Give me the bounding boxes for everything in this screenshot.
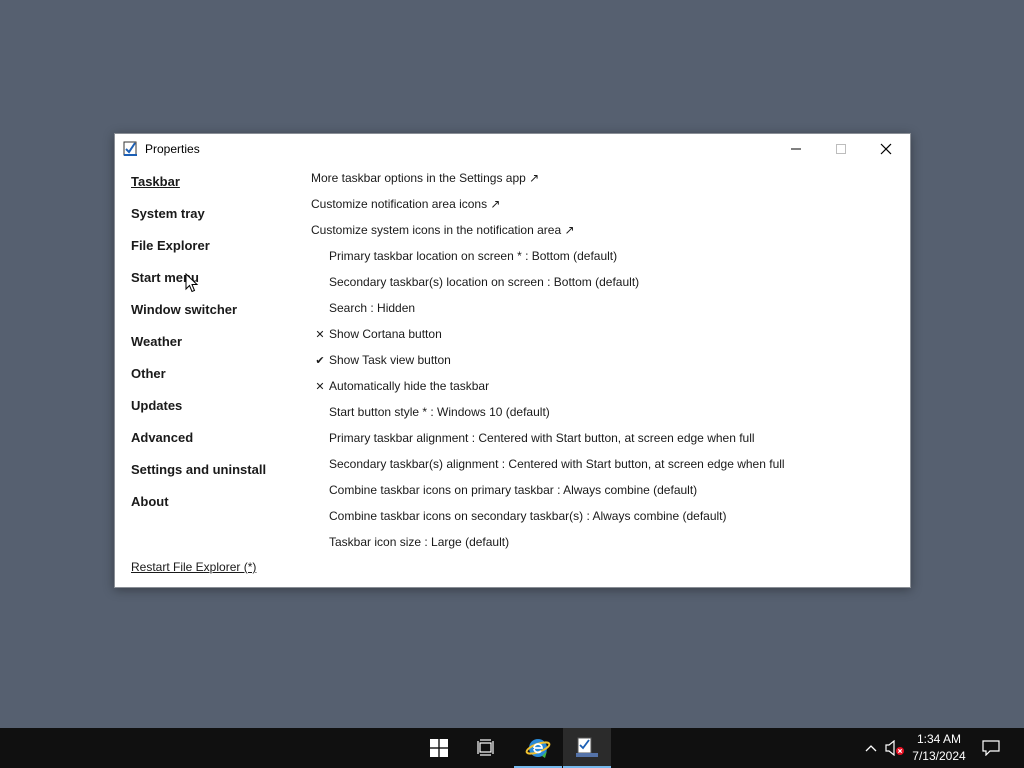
setting-label: Secondary taskbar(s) alignment : Centere… (329, 457, 785, 471)
setting-label: Show Cortana button (329, 327, 442, 341)
sidebar-item-file-explorer[interactable]: File Explorer (131, 238, 210, 253)
notification-icons-link-label: Customize notification area icons ↗ (311, 197, 501, 211)
windows-logo-icon (430, 739, 448, 757)
properties-app-icon (123, 141, 139, 157)
properties-app-icon (576, 737, 598, 757)
setting-label: Automatically hide the taskbar (329, 379, 490, 393)
maximize-icon (835, 144, 846, 154)
setting-label: Secondary taskbar(s) location on screen … (329, 275, 640, 289)
notification-icon (982, 740, 1000, 756)
sidebar-item-about[interactable]: About (131, 494, 169, 509)
taskbar-app-properties[interactable] (563, 728, 611, 768)
task-view-button[interactable] (463, 728, 511, 768)
sidebar-item-settings-and-uninstall[interactable]: Settings and uninstall (131, 462, 266, 477)
settings-app-link[interactable]: More taskbar options in the Settings app… (311, 168, 539, 188)
clock-time: 1:34 AM (916, 732, 962, 746)
setting-label: Combine taskbar icons on primary taskbar… (329, 483, 698, 497)
show-hidden-icons-button[interactable] (859, 728, 883, 768)
maximize-button[interactable] (818, 134, 863, 164)
checkmark-icon: ✔ (315, 354, 325, 367)
setting-primary-taskbar-alignment[interactable]: Primary taskbar alignment : Centered wit… (311, 428, 755, 448)
sidebar-item-window-switcher[interactable]: Window switcher (131, 302, 237, 317)
speaker-muted-icon (885, 740, 904, 756)
sidebar-item-taskbar[interactable]: Taskbar (131, 174, 180, 189)
internet-browser-icon (525, 739, 551, 758)
mouse-cursor-icon (185, 272, 199, 293)
setting-label: Show Task view button (329, 353, 451, 367)
setting-label: Start button style * : Windows 10 (defau… (329, 405, 550, 419)
clock-date: 7/13/2024 (912, 749, 966, 763)
unchecked-x-icon: ✕ (315, 328, 325, 341)
restart-file-explorer-link[interactable]: Restart File Explorer (*) (131, 560, 256, 574)
minimize-icon (790, 148, 801, 150)
sidebar-item-system-tray[interactable]: System tray (131, 206, 205, 221)
setting-secondary-taskbar-alignment[interactable]: Secondary taskbar(s) alignment : Centere… (311, 454, 785, 474)
setting-label: Primary taskbar location on screen * : B… (329, 249, 618, 263)
close-button[interactable] (863, 134, 908, 164)
sidebar-item-weather[interactable]: Weather (131, 334, 182, 349)
setting-taskbar-icon-size[interactable]: Taskbar icon size : Large (default) (311, 532, 509, 552)
taskbar: 1:34 AM 7/13/2024 (0, 728, 1024, 768)
setting-primary-taskbar-location[interactable]: Primary taskbar location on screen * : B… (311, 246, 617, 266)
system-icons-link-label: Customize system icons in the notificati… (311, 223, 575, 237)
volume-button[interactable] (883, 728, 907, 768)
window-title: Properties (145, 142, 200, 156)
setting-combine-secondary[interactable]: Combine taskbar icons on secondary taskb… (311, 506, 727, 526)
setting-auto-hide-taskbar[interactable]: ✕ Automatically hide the taskbar (311, 376, 489, 396)
setting-show-cortana-button[interactable]: ✕ Show Cortana button (311, 324, 442, 344)
setting-search[interactable]: Search : Hidden (311, 298, 415, 318)
setting-label: Search : Hidden (329, 301, 416, 315)
setting-combine-primary[interactable]: Combine taskbar icons on primary taskbar… (311, 480, 697, 500)
sidebar-item-advanced[interactable]: Advanced (131, 430, 193, 445)
setting-start-button-style[interactable]: Start button style * : Windows 10 (defau… (311, 402, 550, 422)
sidebar-item-other[interactable]: Other (131, 366, 166, 381)
close-icon (880, 143, 891, 155)
minimize-button[interactable] (773, 134, 818, 164)
title-bar[interactable]: Properties (115, 134, 910, 164)
setting-label: Taskbar icon size : Large (default) (329, 535, 510, 549)
chevron-up-icon (865, 745, 877, 752)
setting-label: Combine taskbar icons on secondary taskb… (329, 509, 727, 523)
system-icons-link[interactable]: Customize system icons in the notificati… (311, 220, 575, 240)
sidebar-item-updates[interactable]: Updates (131, 398, 182, 413)
task-view-icon (477, 739, 494, 756)
setting-show-task-view-button[interactable]: ✔ Show Task view button (311, 350, 451, 370)
notification-icons-link[interactable]: Customize notification area icons ↗ (311, 194, 500, 214)
settings-app-link-label: More taskbar options in the Settings app… (311, 171, 540, 185)
setting-label: Primary taskbar alignment : Centered wit… (329, 431, 755, 445)
setting-secondary-taskbar-location[interactable]: Secondary taskbar(s) location on screen … (311, 272, 639, 292)
start-button[interactable] (415, 728, 463, 768)
taskbar-app-browser[interactable] (514, 728, 562, 768)
system-clock[interactable]: 1:34 AM 7/13/2024 (906, 731, 972, 765)
unchecked-x-icon: ✕ (315, 380, 325, 393)
properties-window: Properties Taskbar System tray File Expl… (114, 133, 911, 588)
action-center-button[interactable] (979, 728, 1003, 768)
